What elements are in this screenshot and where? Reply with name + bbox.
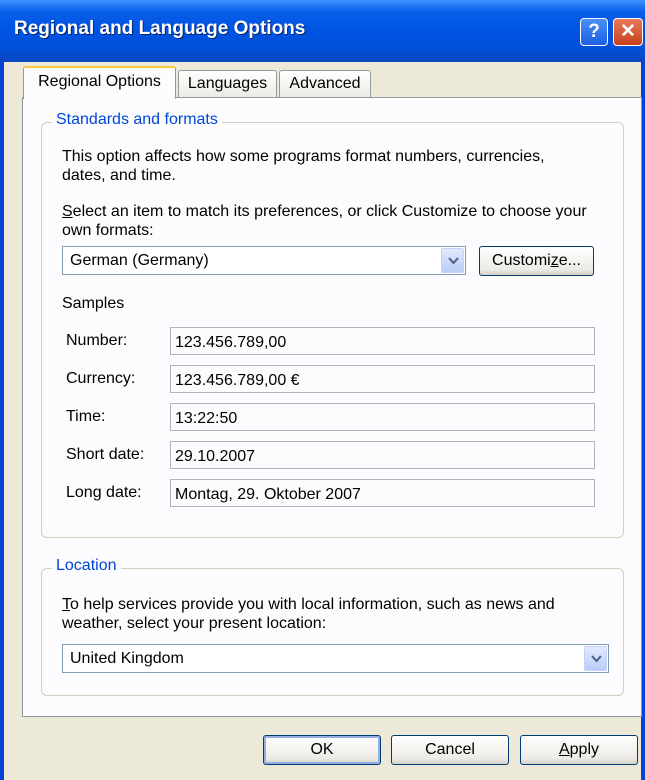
apply-button[interactable]: Apply [520, 735, 638, 765]
ok-button[interactable]: OK [263, 735, 381, 765]
sample-label-number: Number: [66, 332, 128, 349]
sample-label-long-date: Long date: [66, 484, 142, 501]
chevron-down-icon [448, 257, 459, 265]
location-select[interactable]: United Kingdom [62, 644, 609, 673]
dialog-window: Regional and Language Options ? ✕ Region… [0, 0, 645, 780]
customize-label-part1: Customi [492, 252, 551, 269]
customize-label-access-key: z [550, 252, 559, 269]
apply-label-text: pply [569, 741, 600, 758]
select-prompt: Select an item to match its preferences,… [62, 202, 602, 240]
sample-label-currency: Currency: [66, 370, 136, 387]
standards-legend: Standards and formats [52, 111, 222, 129]
sample-value-short-date[interactable]: 29.10.2007 [170, 441, 595, 469]
sample-label-time: Time: [66, 408, 106, 425]
title-bar[interactable]: Regional and Language Options ? ✕ [0, 0, 645, 62]
window-border-left [0, 62, 4, 780]
apply-label-access-key: A [558, 741, 570, 758]
window-title: Regional and Language Options [14, 18, 306, 39]
tab-panel-regional-options: Standards and formats This option affect… [22, 97, 642, 717]
location-legend: Location [52, 557, 121, 575]
sample-value-long-date[interactable]: Montag, 29. Oktober 2007 [170, 479, 595, 507]
customize-button[interactable]: Customize... [479, 246, 594, 276]
select-prompt-text: elect an item to match its preferences, … [62, 203, 587, 239]
tab-languages[interactable]: Languages [178, 70, 277, 97]
standards-description: This option affects how some programs fo… [62, 148, 545, 184]
location-dropdown-button[interactable] [584, 646, 607, 671]
cancel-button[interactable]: Cancel [391, 735, 509, 765]
location-select-value: United Kingdom [70, 650, 184, 667]
format-select-value: German (Germany) [70, 252, 209, 269]
chevron-down-icon [591, 655, 602, 663]
location-groupbox: Location To help services provide you wi… [41, 557, 624, 696]
tab-advanced[interactable]: Advanced [279, 70, 371, 97]
select-prompt-access-key: S [62, 203, 73, 220]
customize-label-part2: e... [558, 252, 581, 269]
close-icon: ✕ [620, 21, 636, 42]
location-prompt: To help services provide you with local … [62, 595, 607, 633]
close-button[interactable]: ✕ [613, 18, 643, 46]
sample-value-number[interactable]: 123.456.789,00 [170, 327, 595, 355]
sample-value-currency[interactable]: 123.456.789,00 € [170, 365, 595, 393]
standards-groupbox: Standards and formats This option affect… [41, 111, 624, 538]
help-icon: ? [588, 21, 600, 42]
sample-label-short-date: Short date: [66, 446, 145, 463]
tab-regional-options[interactable]: Regional Options [23, 66, 176, 99]
format-dropdown-button[interactable] [441, 248, 464, 273]
sample-value-time[interactable]: 13:22:50 [170, 403, 595, 431]
format-select[interactable]: German (Germany) [62, 246, 466, 275]
location-prompt-access-key: T [62, 596, 70, 613]
samples-heading: Samples [62, 295, 125, 312]
location-prompt-text: o help services provide you with local i… [62, 596, 555, 632]
help-button[interactable]: ? [580, 18, 608, 46]
